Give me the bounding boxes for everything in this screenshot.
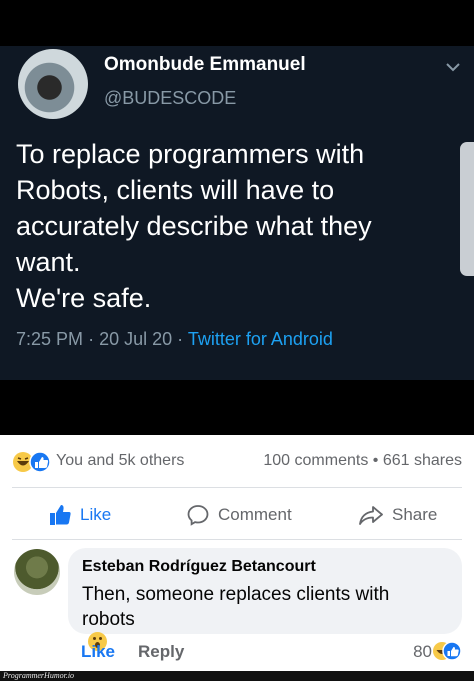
tweet-date: 20 Jul 20 (99, 329, 173, 349)
comment-author[interactable]: Esteban Rodríguez Betancourt (82, 558, 316, 576)
shares-count[interactable]: 661 shares (383, 452, 462, 469)
watermark-text: ProgrammerHumor.io (3, 671, 75, 680)
comment-bubble: Esteban Rodríguez Betancourt Then, someo… (68, 548, 462, 651)
commenter-avatar[interactable] (14, 549, 60, 595)
tweet-text-line: We're safe. (16, 283, 152, 313)
divider (12, 539, 462, 540)
comment-text: Then, someone replaces clients with robo… (82, 582, 442, 651)
comment-button[interactable]: Comment (186, 501, 292, 529)
share-button[interactable]: Share (358, 501, 437, 529)
share-arrow-icon (359, 506, 383, 525)
thumbs-up-icon (50, 505, 71, 525)
comment-reply-button[interactable]: Reply (138, 642, 184, 662)
divider (12, 487, 462, 488)
tweet-text: To replace programmers with Robots, clie… (16, 136, 436, 316)
meta-separator: · (177, 329, 184, 349)
tweet-metadata: 7:25 PM · 20 Jul 20 · Twitter for Androi… (16, 329, 333, 350)
tweet-text-line: accurately describe what they (16, 211, 372, 241)
stats-separator: • (372, 452, 379, 469)
like-button[interactable]: Like (48, 501, 111, 529)
tweet-text-line: want. (16, 247, 81, 277)
comment-text-word: robots (82, 609, 135, 630)
tweet-text-line: To replace programmers with (16, 139, 365, 169)
share-label: Share (392, 505, 438, 524)
tweet-author-name[interactable]: Omonbude Emmanuel (104, 54, 306, 76)
like-reaction-icon (442, 641, 462, 661)
facebook-post-footer: You and 5k others 100 comments • 661 sha… (0, 435, 474, 671)
chevron-down-icon[interactable] (442, 56, 464, 78)
comment-text-line: robots (82, 607, 442, 651)
reaction-icons (13, 451, 51, 473)
comment-reaction-icons[interactable] (432, 640, 462, 662)
tweet-time: 7:25 PM (16, 329, 84, 349)
meta-separator: · (88, 329, 95, 349)
scrollbar-thumb[interactable] (460, 142, 474, 276)
comment-like-button[interactable]: Like (81, 642, 115, 662)
reaction-count-label[interactable]: You and 5k others (56, 452, 184, 470)
watermark-bar: ProgrammerHumor.io (0, 671, 474, 681)
comment-label: Comment (218, 505, 292, 524)
reactions-summary[interactable]: You and 5k others 100 comments • 661 sha… (0, 435, 474, 487)
tweet-source-link[interactable]: Twitter for Android (188, 329, 333, 349)
comments-count[interactable]: 100 comments (263, 452, 368, 469)
comment-text-line: Then, someone replaces clients with (82, 584, 390, 605)
comment-reaction-count[interactable]: 80 (413, 642, 432, 662)
tweet-text-line: Robots, clients will have to (16, 175, 335, 205)
tweet-card: Omonbude Emmanuel @BUDESCODE To replace … (0, 46, 474, 380)
post-stats: 100 comments • 661 shares (263, 452, 462, 470)
tweet-author-avatar[interactable] (18, 49, 88, 119)
like-reaction-icon (29, 451, 51, 473)
tweet-author-handle[interactable]: @BUDESCODE (104, 88, 236, 109)
comment-bubble-icon (187, 505, 209, 526)
like-label: Like (80, 505, 112, 524)
